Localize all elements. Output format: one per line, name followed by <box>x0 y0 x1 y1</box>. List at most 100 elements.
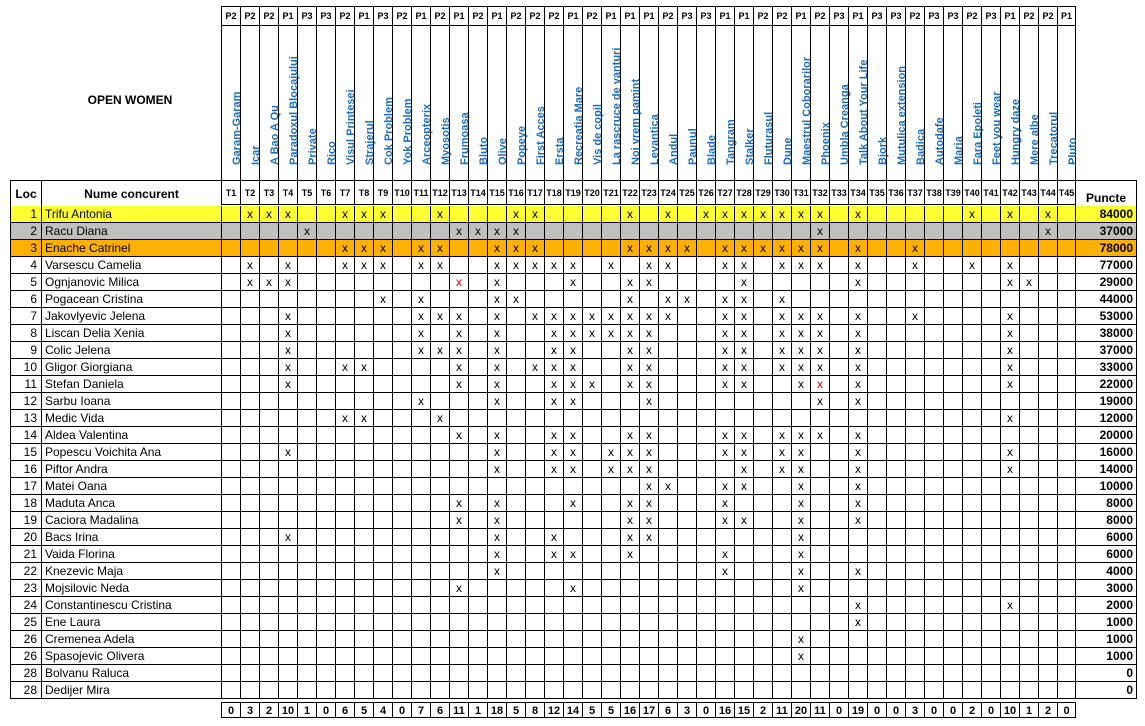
row-route-cell <box>468 631 487 648</box>
row-route-cell: x <box>905 257 924 274</box>
row-route-cell <box>354 478 373 495</box>
name-header: Nume concurent <box>41 180 221 208</box>
row-route-cell <box>601 342 620 359</box>
row-route-cell: x <box>449 325 468 342</box>
row-route-cell <box>620 614 639 631</box>
row-route-cell <box>1000 512 1019 529</box>
row-route-cell: x <box>563 461 582 478</box>
row-route-cell <box>468 546 487 563</box>
row-route-cell <box>1019 427 1038 444</box>
route-code-T20: T20 <box>582 180 601 205</box>
row-route-cell <box>278 665 297 682</box>
row-route-cell <box>981 495 1000 512</box>
row-route-cell <box>240 682 259 699</box>
row-route-cell <box>867 325 886 342</box>
row-route-cell <box>259 580 278 597</box>
row-route-cell: x <box>639 427 658 444</box>
route-code-T12: T12 <box>430 180 449 205</box>
row-route-cell: x <box>696 206 715 223</box>
row-route-cell <box>753 427 772 444</box>
row-route-cell: x <box>715 206 734 223</box>
row-route-cell <box>810 563 829 580</box>
row-points: 10000 <box>1075 478 1137 495</box>
row-route-cell <box>487 631 506 648</box>
route-code-T14: T14 <box>468 180 487 205</box>
row-route-cell <box>316 393 335 410</box>
row-route-cell <box>468 206 487 223</box>
route-code-T1: T1 <box>221 180 240 205</box>
row-route-cell <box>658 580 677 597</box>
row-route-cell: x <box>563 444 582 461</box>
row-route-cell <box>297 614 316 631</box>
row-route-cell <box>886 274 905 291</box>
row-route-cell: x <box>772 427 791 444</box>
row-route-cell <box>1000 631 1019 648</box>
route-code-T10: T10 <box>392 180 411 205</box>
row-route-cell <box>259 393 278 410</box>
row-route-cell <box>1038 529 1057 546</box>
row-route-cell: x <box>278 444 297 461</box>
row-route-cell <box>468 495 487 512</box>
row-route-cell <box>829 614 848 631</box>
row-route-cell: x <box>848 427 867 444</box>
row-route-cell: x <box>734 257 753 274</box>
row-route-cell <box>278 410 297 427</box>
table-row: 2 Racu Diana x x x x x x x 37000 <box>10 223 1137 240</box>
row-route-cell <box>696 444 715 461</box>
row-route-cell <box>620 580 639 597</box>
row-route-cell: x <box>544 393 563 410</box>
table-row: 26 Cremenea Adela x 1000 <box>10 631 1137 648</box>
row-route-cell <box>297 665 316 682</box>
row-route-cell <box>430 682 449 699</box>
category-title: OPEN WOMEN <box>87 93 173 107</box>
row-route-cell <box>373 427 392 444</box>
row-route-cell <box>677 631 696 648</box>
row-route-cell <box>392 563 411 580</box>
row-route-cell <box>316 444 335 461</box>
row-route-cell <box>829 546 848 563</box>
row-rank: 7 <box>10 308 41 325</box>
row-route-cell: x <box>620 444 639 461</box>
row-route-cell <box>886 393 905 410</box>
row-route-cell <box>639 631 658 648</box>
row-route-cell <box>1038 648 1057 665</box>
row-route-cell <box>354 563 373 580</box>
route-level-T34: P1 <box>848 6 867 26</box>
row-route-cell <box>886 291 905 308</box>
row-route-cell <box>981 393 1000 410</box>
row-route-cell <box>373 563 392 580</box>
row-route-cell: x <box>791 359 810 376</box>
row-route-cell <box>753 563 772 580</box>
row-route-cell <box>696 427 715 444</box>
row-route-cell: x <box>639 376 658 393</box>
row-route-cell: x <box>601 257 620 274</box>
row-route-cell <box>563 206 582 223</box>
row-route-cell <box>1057 240 1076 257</box>
row-route-cell <box>715 648 734 665</box>
row-route-cell <box>886 461 905 478</box>
row-points: 6000 <box>1075 546 1137 563</box>
row-competitor-name: Knezevic Maja <box>41 563 221 580</box>
row-route-cell <box>1038 461 1057 478</box>
route-level-T11: P1 <box>411 6 430 26</box>
row-route-cell <box>924 257 943 274</box>
route-name-cell-T29: Fluturasul <box>753 26 775 180</box>
row-route-cell <box>848 631 867 648</box>
route-code-T11: T11 <box>411 180 430 205</box>
route-code-T45: T45 <box>1057 180 1076 205</box>
row-route-cell <box>240 291 259 308</box>
row-route-cell <box>278 682 297 699</box>
row-route-cell <box>449 665 468 682</box>
row-route-cell <box>582 240 601 257</box>
row-route-cell <box>316 240 335 257</box>
row-route-cell: x <box>639 308 658 325</box>
row-route-cell <box>221 359 240 376</box>
row-route-cell <box>525 648 544 665</box>
row-route-cell <box>677 614 696 631</box>
row-route-cell <box>316 495 335 512</box>
row-points: 14000 <box>1075 461 1137 478</box>
row-route-cell <box>867 444 886 461</box>
row-route-cell <box>620 410 639 427</box>
row-route-cell <box>430 325 449 342</box>
row-route-cell <box>696 257 715 274</box>
